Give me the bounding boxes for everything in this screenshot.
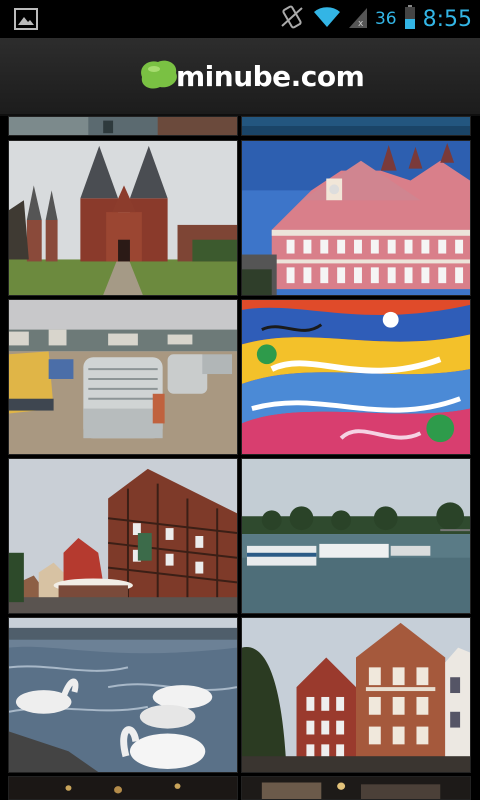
logo-text: minube.com (176, 59, 365, 93)
photo-tile[interactable] (8, 116, 238, 136)
clock: 8:55 (422, 6, 472, 32)
photo-tile[interactable] (8, 617, 238, 773)
rotation-lock-icon (279, 4, 305, 34)
photo-tile[interactable] (241, 458, 471, 614)
photo-tile[interactable] (241, 140, 471, 296)
photo-tile[interactable] (241, 617, 471, 773)
minube-logo[interactable]: minube.com (136, 56, 365, 96)
wifi-icon (313, 6, 341, 32)
photo-tile[interactable] (241, 776, 471, 800)
svg-text:x: x (358, 19, 364, 28)
cell-signal-icon: x (348, 6, 367, 32)
status-bar: x 36 8:55 (0, 0, 480, 38)
minube-blob-icon (136, 57, 180, 95)
photo-tile[interactable] (8, 299, 238, 455)
app-bar: minube.com (0, 38, 480, 116)
photo-grid (0, 116, 480, 800)
battery-icon (404, 5, 415, 33)
battery-level-text: 36 (374, 9, 397, 29)
photo-tile[interactable] (8, 140, 238, 296)
photo-tile[interactable] (241, 299, 471, 455)
photo-tile[interactable] (8, 776, 238, 800)
photo-tile[interactable] (8, 458, 238, 614)
photo-tile[interactable] (241, 116, 471, 136)
picture-notification-icon (14, 8, 38, 30)
